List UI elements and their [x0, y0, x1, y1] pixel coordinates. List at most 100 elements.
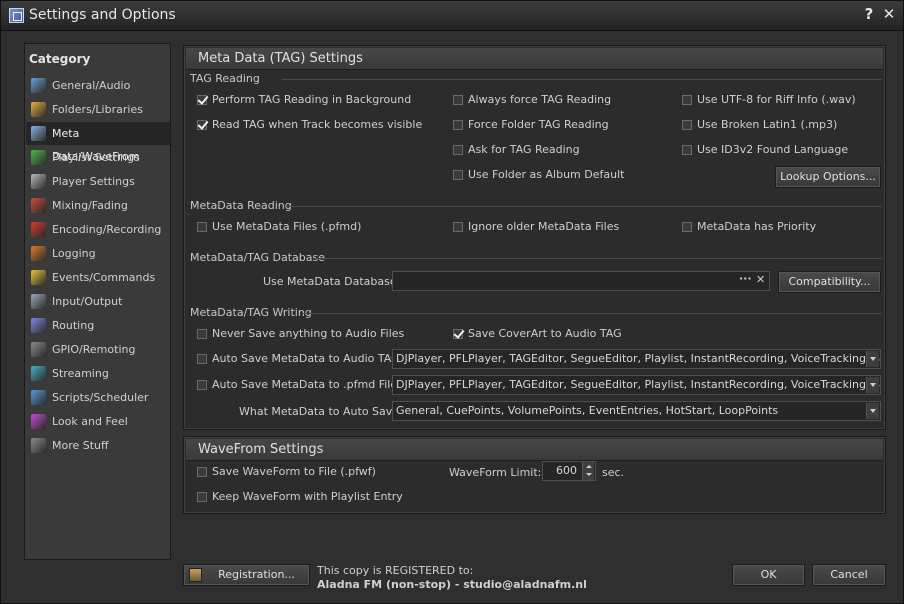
checkbox-box[interactable]	[453, 329, 463, 339]
checkbox-box[interactable]	[453, 145, 463, 155]
id3v2-language-checkbox[interactable]: Use ID3v2 Found Language	[682, 143, 848, 157]
waveform-limit-spinner[interactable]: 600	[542, 461, 596, 481]
checkbox-box[interactable]	[197, 467, 207, 477]
record-icon	[31, 222, 46, 237]
sidebar-item-input-output[interactable]: Input/Output	[26, 290, 170, 313]
close-button[interactable]: ✕	[879, 5, 899, 23]
tag-icon	[31, 126, 46, 141]
sidebar-item-logging[interactable]: Logging	[26, 242, 170, 265]
sidebar-item-encoding-recording[interactable]: Encoding/Recording	[26, 218, 170, 241]
auto-save-audio-tag-checkbox[interactable]: Auto Save MetaData to Audio TAG:	[197, 352, 403, 366]
checkbox-box[interactable]	[197, 95, 207, 105]
writing-title: MetaData/TAG Writing	[190, 306, 312, 319]
checkbox-box[interactable]	[453, 95, 463, 105]
routing-icon	[31, 318, 46, 333]
auto-save-pfmd-checkbox[interactable]: Auto Save MetaData to .pfmd File:	[197, 378, 401, 392]
sidebar-item-mixing-fading[interactable]: Mixing/Fading	[26, 194, 170, 217]
sidebar-item-label: Encoding/Recording	[52, 223, 162, 236]
ask-tag-reading-checkbox[interactable]: Ask for TAG Reading	[453, 143, 580, 157]
checkbox-box[interactable]	[453, 222, 463, 232]
checkbox-box[interactable]	[682, 95, 692, 105]
keep-waveform-checkbox[interactable]: Keep WaveForm with Playlist Entry	[197, 490, 403, 504]
sidebar-item-label: Folders/Libraries	[52, 103, 143, 116]
registered-to-name: Aladna FM (non-stop) - studio@aladnafm.n…	[317, 578, 587, 591]
sidebar-item-label: Mixing/Fading	[52, 199, 128, 212]
cancel-button[interactable]: Cancel	[812, 564, 886, 586]
always-force-tag-checkbox[interactable]: Always force TAG Reading	[453, 93, 611, 107]
sidebar-item-gpio-remoting[interactable]: GPIO/Remoting	[26, 338, 170, 361]
sidebar-item-playlist-settings[interactable]: Playlist Settings	[26, 146, 170, 169]
utf8-riff-checkbox[interactable]: Use UTF-8 for Riff Info (.wav)	[682, 93, 856, 107]
checkbox-box[interactable]	[197, 380, 207, 390]
sidebar-item-folders-libraries[interactable]: Folders/Libraries	[26, 98, 170, 121]
checkbox-box[interactable]	[197, 120, 207, 130]
player-icon	[31, 174, 46, 189]
divider	[302, 313, 882, 314]
divider	[316, 258, 882, 259]
broken-latin1-checkbox[interactable]: Use Broken Latin1 (.mp3)	[682, 118, 837, 132]
scripts-icon	[31, 390, 46, 405]
more-icon	[31, 438, 46, 453]
sidebar-item-player-settings[interactable]: Player Settings	[26, 170, 170, 193]
sidebar-item-label: Routing	[52, 319, 95, 332]
auto-save-audio-dropdown[interactable]: DJPlayer, PFLPlayer, TAGEditor, SegueEdi…	[392, 349, 881, 369]
settings-window: Settings and Options ? ✕ Category Genera…	[0, 0, 904, 604]
sidebar-item-general-audio[interactable]: General/Audio	[26, 74, 170, 97]
sidebar-item-label: GPIO/Remoting	[52, 343, 136, 356]
sidebar-item-streaming[interactable]: Streaming	[26, 362, 170, 385]
use-metadata-files-checkbox[interactable]: Use MetaData Files (.pfmd)	[197, 220, 361, 234]
perform-tag-bg-checkbox[interactable]: Perform TAG Reading in Background	[197, 93, 411, 107]
read-tag-visible-checkbox[interactable]: Read TAG when Track becomes visible	[197, 118, 422, 132]
registration-button[interactable]: Registration...	[183, 564, 310, 586]
sidebar-item-label: General/Audio	[52, 79, 131, 92]
log-icon	[31, 246, 46, 261]
compatibility-button[interactable]: Compatibility...	[778, 271, 881, 293]
spinner-arrows-icon[interactable]	[582, 462, 594, 480]
never-save-checkbox[interactable]: Never Save anything to Audio Files	[197, 327, 404, 341]
sidebar-item-scripts-scheduler[interactable]: Scripts/Scheduler	[26, 386, 170, 409]
category-title: Category	[29, 52, 91, 66]
database-label: Use MetaData Database:	[263, 275, 401, 288]
lookup-options-button[interactable]: Lookup Options...	[775, 166, 881, 188]
window-title: Settings and Options	[29, 7, 176, 23]
meta-data-panel: Meta Data (TAG) Settings TAG Reading Per…	[183, 45, 886, 430]
waveform-limit-label: WaveForm Limit:	[449, 466, 542, 479]
sidebar-item-routing[interactable]: Routing	[26, 314, 170, 337]
sidebar-item-look-and-feel[interactable]: Look and Feel	[26, 410, 170, 433]
waveform-panel: WaveFrom Settings Save WaveForm to File …	[183, 436, 886, 514]
checkbox-box[interactable]	[682, 222, 692, 232]
sidebar-item-meta-data-wavefrom[interactable]: Meta Data/WaveFrom	[26, 122, 170, 163]
registered-to-label: This copy is REGISTERED to:	[317, 564, 474, 577]
sidebar-item-events-commands[interactable]: Events/Commands	[26, 266, 170, 289]
save-waveform-checkbox[interactable]: Save WaveForm to File (.pfwf)	[197, 465, 376, 479]
metadata-priority-checkbox[interactable]: MetaData has Priority	[682, 220, 816, 234]
checkbox-box[interactable]	[197, 329, 207, 339]
sidebar-item-label: Input/Output	[52, 295, 123, 308]
force-folder-tag-checkbox[interactable]: Force Folder TAG Reading	[453, 118, 609, 132]
checkbox-box[interactable]	[453, 170, 463, 180]
checkbox-box[interactable]	[197, 354, 207, 364]
checkbox-box[interactable]	[197, 492, 207, 502]
checkbox-box[interactable]	[682, 145, 692, 155]
divider	[286, 206, 882, 207]
sidebar-item-more-stuff[interactable]: More Stuff	[26, 434, 170, 457]
streaming-icon	[31, 366, 46, 381]
checkbox-box[interactable]	[453, 120, 463, 130]
auto-save-pfmd-dropdown[interactable]: DJPlayer, PFLPlayer, TAGEditor, SegueEdi…	[392, 375, 881, 395]
sidebar-item-label: Events/Commands	[52, 271, 156, 284]
database-title: MetaData/TAG Database	[190, 251, 325, 264]
checkbox-box[interactable]	[682, 120, 692, 130]
database-input[interactable]	[392, 271, 770, 291]
sidebar-item-label: Logging	[52, 247, 96, 260]
sidebar-item-label: Player Settings	[52, 175, 135, 188]
help-button[interactable]: ?	[859, 5, 879, 23]
save-coverart-checkbox[interactable]: Save CoverArt to Audio TAG	[453, 327, 622, 341]
browse-dots-button[interactable]: ···	[739, 272, 752, 285]
clear-database-button[interactable]: ✕	[756, 273, 765, 286]
ignore-older-metadata-checkbox[interactable]: Ignore older MetaData Files	[453, 220, 619, 234]
checkbox-box[interactable]	[197, 222, 207, 232]
what-metadata-dropdown[interactable]: General, CuePoints, VolumePoints, EventE…	[392, 401, 881, 421]
ok-button[interactable]: OK	[732, 564, 805, 586]
folder-album-default-checkbox[interactable]: Use Folder as Album Default	[453, 168, 624, 182]
music-note-icon	[31, 78, 46, 93]
